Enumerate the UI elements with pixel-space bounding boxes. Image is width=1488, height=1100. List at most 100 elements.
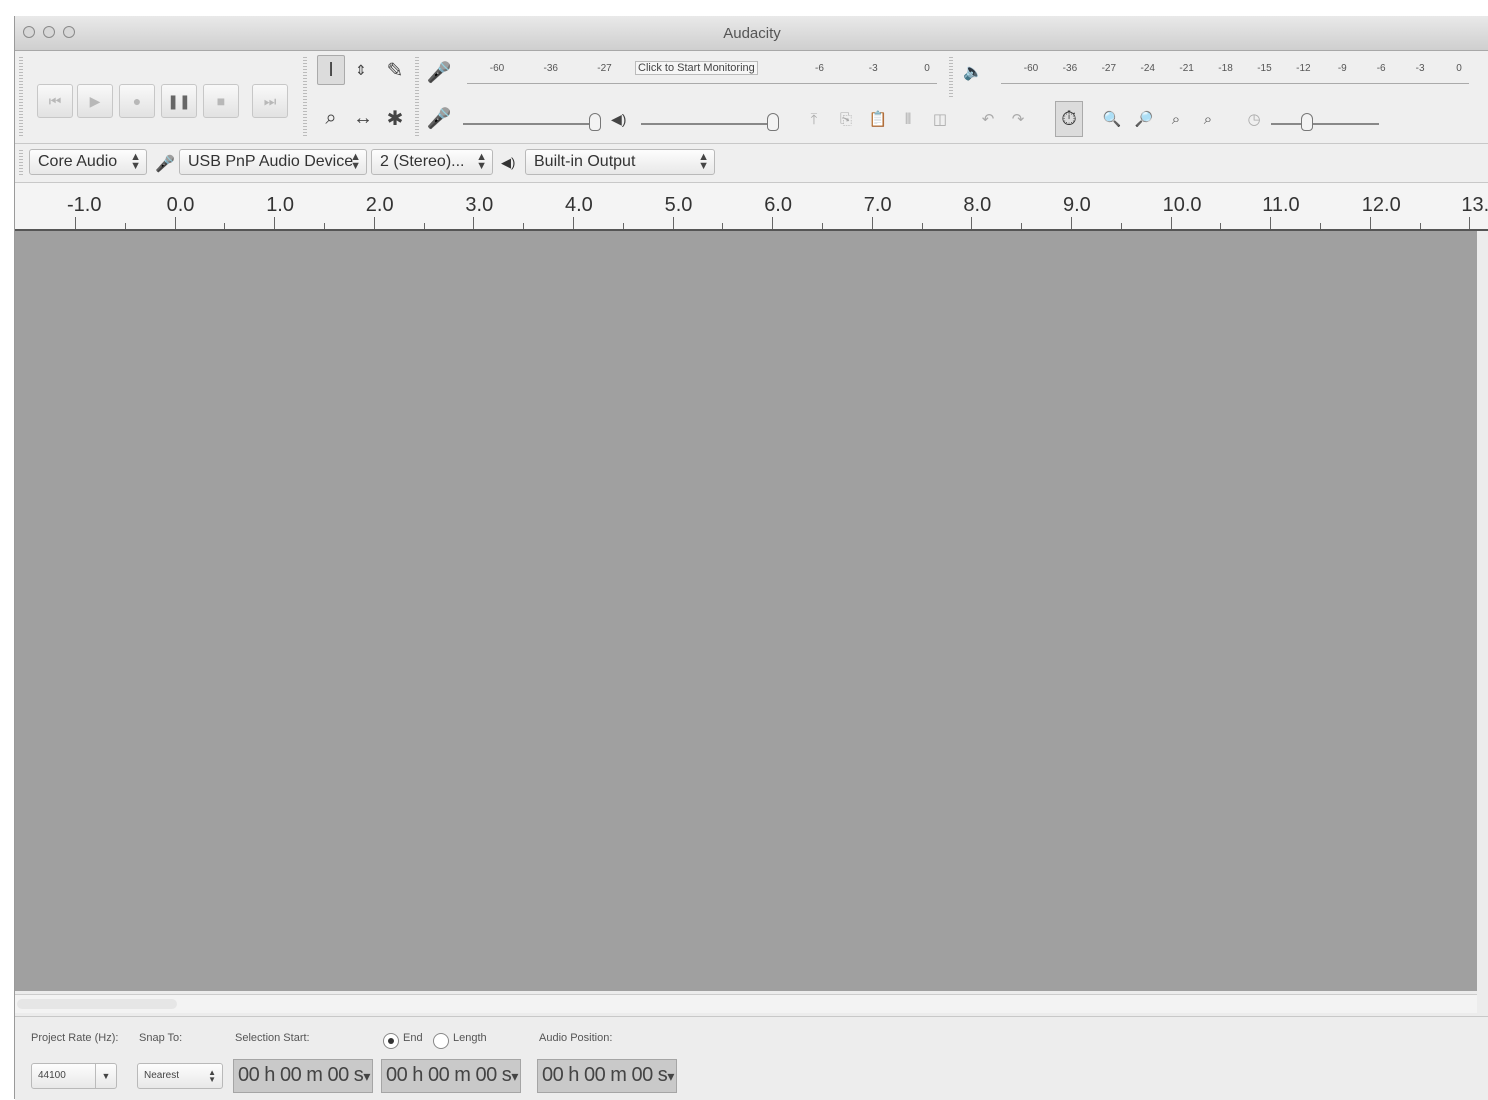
selection-end-value: 00 h 00 m 00 s <box>386 1064 512 1086</box>
playback-device-select[interactable]: Built-in Output ▲ ▼ <box>525 149 715 175</box>
playback-speed-track <box>1271 123 1379 125</box>
ruler-minor-tick <box>523 223 525 229</box>
meter-tick-label: -12 <box>1296 63 1311 74</box>
speaker-icon: ◀) <box>501 155 516 170</box>
audacity-window: Audacity ⏮ ▶ ● ❚❚ ■ ⏭ I ⇕ ✎ ⌕ ↔ ✱ 🎤 Clic… <box>14 16 1488 1100</box>
stop-icon: ■ <box>216 93 226 109</box>
redo-icon[interactable]: ↷ <box>1005 105 1031 133</box>
magnifier-icon: ⌕ <box>325 106 337 129</box>
meter-tick-label: -60 <box>1023 63 1039 74</box>
ruler-minor-tick <box>722 223 724 229</box>
selection-end-time[interactable]: 00 h 00 m 00 s▾ <box>381 1059 521 1093</box>
trim-icon[interactable]: ⤒ <box>801 105 827 133</box>
record-volume-slider[interactable] <box>589 113 601 131</box>
microphone-icon: 🎤 <box>155 156 175 173</box>
length-radio[interactable] <box>433 1033 449 1049</box>
audio-position-time[interactable]: 00 h 00 m 00 s▾ <box>537 1059 677 1093</box>
sync-lock-icon[interactable]: ⏱ <box>1055 101 1083 137</box>
dropdown-arrow-icon: ▾ <box>667 1068 674 1084</box>
recording-channels-select[interactable]: 2 (Stereo)... ▲ ▼ <box>371 149 493 175</box>
record-volume-icon-button: 🎤 <box>425 103 453 133</box>
record-meter[interactable]: Click to Start Monitoring -60 -36 -27 -6 -3 0 <box>467 61 937 84</box>
ruler-label: 2.0 <box>365 194 394 216</box>
horizontal-scrollbar[interactable] <box>15 994 1477 1013</box>
ruler-major-tick <box>1369 217 1371 229</box>
playback-meter[interactable]: -60 -36 -27 -24 -21 -18 -15 -12 -9 -6 -3 0 <box>1001 61 1469 84</box>
end-label: End <box>403 1032 423 1044</box>
ruler-minor-tick <box>1220 223 1222 229</box>
copy-icon[interactable]: ⎘ <box>833 105 859 133</box>
toolbar-grip[interactable] <box>949 57 953 97</box>
dropdown-arrow-icon: ▾ <box>363 1068 370 1084</box>
pause-button[interactable]: ❚❚ <box>161 84 197 118</box>
ruler-label: 3.0 <box>465 194 494 216</box>
scrollbar-thumb[interactable] <box>17 999 177 1009</box>
timeshift-tool-button[interactable]: ↔ <box>349 103 377 133</box>
play-button[interactable]: ▶ <box>77 84 113 118</box>
trim-audio-icon[interactable]: ⦀ <box>895 105 921 133</box>
click-to-monitor-label[interactable]: Click to Start Monitoring <box>635 61 758 75</box>
selection-start-label: Selection Start: <box>235 1032 310 1044</box>
selection-tool-button[interactable]: I <box>317 55 345 85</box>
dropdown-arrow-icon: ▼ <box>95 1064 116 1088</box>
selection-start-time[interactable]: 00 h 00 m 00 s▾ <box>233 1059 373 1093</box>
ruler-label: 7.0 <box>863 194 892 216</box>
playback-volume-slider[interactable] <box>767 113 779 131</box>
snap-to-select[interactable]: Nearest ▲ ▼ <box>137 1063 223 1089</box>
paste-icon[interactable]: 📋 <box>865 105 891 133</box>
undo-icon[interactable]: ↶ <box>975 105 1001 133</box>
timeline-ruler[interactable]: -1.0 0.0 1.0 2.0 3.0 4.0 5.0 6.0 7.0 8.0 9.0 10.0 11… <box>15 183 1488 231</box>
asterisk-icon: ✱ <box>386 107 404 130</box>
ruler-minor-tick <box>224 223 226 229</box>
skip-to-end-button[interactable]: ⏭ <box>252 84 288 118</box>
ruler-major-tick <box>174 217 176 229</box>
ruler-major-tick <box>1071 217 1072 229</box>
track-panel[interactable] <box>15 231 1477 991</box>
ruler-label: 10.0 <box>1162 194 1202 216</box>
toolbar-grip[interactable] <box>303 57 307 137</box>
recording-channels-value: 2 (Stereo)... <box>380 153 465 170</box>
zoom-tool-button[interactable]: ⌕ <box>317 103 345 133</box>
draw-tool-button[interactable]: ✎ <box>381 55 409 85</box>
ruler-label: 5.0 <box>664 194 693 216</box>
fit-project-icon[interactable]: ⌕ <box>1195 105 1221 133</box>
length-label: Length <box>453 1032 487 1044</box>
meter-tick-label: -24 <box>1140 63 1155 74</box>
updown-arrows-icon: ▲ ▼ <box>350 151 361 172</box>
zoom-out-icon[interactable]: 🔎 <box>1131 105 1157 133</box>
ruler-major-tick <box>772 217 774 229</box>
updown-arrows-icon: ▲ ▼ <box>698 151 709 172</box>
toolbar-grip[interactable] <box>415 57 419 137</box>
ruler-label: 12.0 <box>1361 194 1401 216</box>
audio-position-label: Audio Position: <box>539 1032 613 1044</box>
silence-icon[interactable]: ◫ <box>927 105 953 133</box>
dropdown-arrow-icon: ▾ <box>511 1068 518 1084</box>
audio-host-select[interactable]: Core Audio ▲ ▼ <box>29 149 147 175</box>
multi-tool-button[interactable]: ✱ <box>381 103 409 133</box>
ruler-minor-tick <box>921 223 923 229</box>
recording-device-select[interactable]: USB PnP Audio Device ▲ ▼ <box>179 149 367 175</box>
envelope-tool-button[interactable]: ⇕ <box>347 55 375 85</box>
toolbar-grip[interactable] <box>19 150 23 176</box>
zoom-in-icon[interactable]: 🔍 <box>1099 105 1125 133</box>
fit-selection-icon[interactable]: ⌕ <box>1163 105 1189 133</box>
skip-to-start-button[interactable]: ⏮ <box>37 84 73 118</box>
stop-button[interactable]: ■ <box>203 84 239 118</box>
recording-device-value: USB PnP Audio Device <box>188 153 354 170</box>
project-rate-label: Project Rate (Hz): <box>31 1032 119 1044</box>
project-rate-select[interactable]: 44100 ▼ <box>31 1063 117 1089</box>
play-icon: ▶ <box>89 92 101 109</box>
ruler-label: 11.0 <box>1262 194 1300 216</box>
toolbar-grip[interactable] <box>19 57 23 137</box>
ruler-major-tick <box>672 217 674 229</box>
ruler-major-tick <box>971 217 973 229</box>
ruler-major-tick <box>1270 217 1272 229</box>
playback-speed-slider[interactable] <box>1301 113 1313 131</box>
end-radio[interactable] <box>383 1033 399 1049</box>
record-meter-button[interactable]: 🎤 <box>425 57 453 87</box>
meter-tick-label: -6 <box>1376 63 1386 74</box>
double-arrow-icon: ↔ <box>353 106 373 129</box>
playback-meter-button[interactable]: 🔈 <box>959 57 987 87</box>
meter-tick-label: -60 <box>489 63 505 74</box>
record-button[interactable]: ● <box>119 84 155 118</box>
